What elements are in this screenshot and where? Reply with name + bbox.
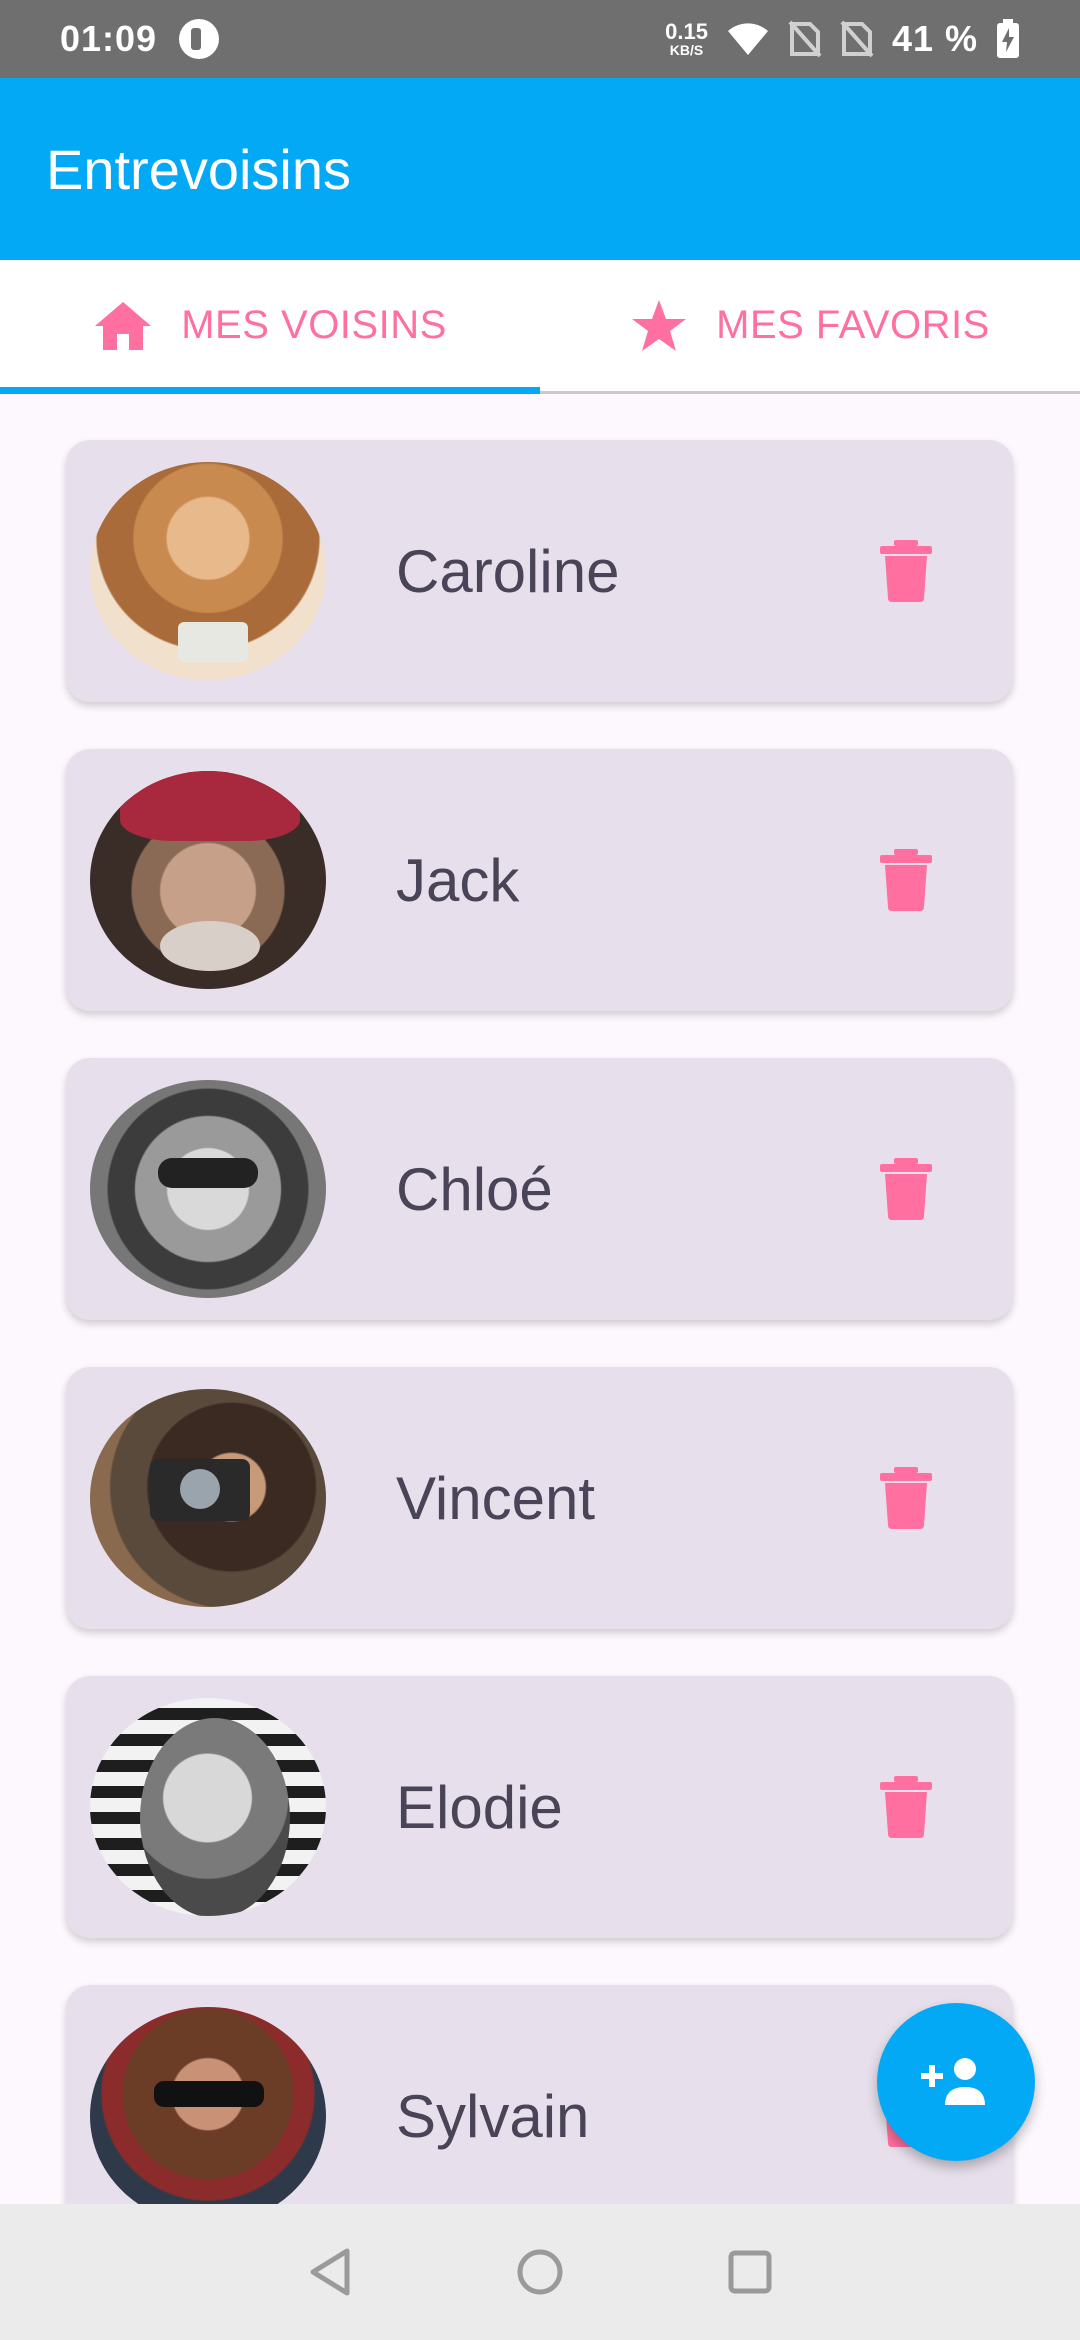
status-right: 0.15 KB/S 41 % [665,18,1020,60]
wifi-icon [727,23,768,55]
home-circle-icon [517,2249,563,2295]
delete-icon[interactable] [876,1158,936,1220]
tab-bar: MES VOISINS MES FAVORIS [0,260,1080,394]
neighbour-card[interactable]: Elodie [66,1676,1013,1938]
delete-icon[interactable] [876,1467,936,1529]
neighbour-name: Jack [396,846,520,914]
neighbour-list[interactable]: Caroline Jack Chloé Vincent Elodie Sylva… [0,394,1080,2204]
avatar [90,771,326,989]
neighbour-card[interactable]: Chloé [66,1058,1013,1320]
battery-charging-icon [997,19,1019,58]
nav-home-button[interactable] [510,2242,570,2302]
status-bar: 01:09 0.15 KB/S 41 % [0,0,1080,78]
neighbour-card[interactable]: Vincent [66,1367,1013,1629]
home-icon [95,301,152,350]
avatar [90,1389,326,1607]
avatar [90,2007,326,2204]
nav-recents-button[interactable] [720,2242,780,2302]
neighbour-card[interactable]: Jack [66,749,1013,1011]
no-sim-icon-2 [840,20,874,58]
neighbour-card[interactable]: Sylvain [66,1985,1013,2204]
neighbour-name: Vincent [396,1464,596,1532]
avatar [90,1698,326,1916]
back-icon [310,2248,350,2296]
neighbour-name: Chloé [396,1155,553,1223]
avatar [90,462,326,680]
app-title: Entrevoisins [46,137,352,201]
tab-label: MES VOISINS [181,303,447,347]
battery-percent: 41 % [891,18,978,59]
network-speed-unit: KB/S [669,42,704,58]
add-neighbour-button[interactable] [877,2003,1035,2161]
delete-icon[interactable] [876,849,936,911]
app-bar: Entrevoisins [0,78,1080,260]
notification-app-icon [179,19,220,59]
tab-label: MES FAVORIS [716,303,990,347]
neighbour-name: Caroline [396,537,620,605]
star-icon [632,299,687,351]
network-speed: 0.15 KB/S [665,19,708,58]
delete-icon[interactable] [876,540,936,602]
screen: 01:09 0.15 KB/S 41 % Entrevoisins MES VO… [0,0,1080,2340]
neighbour-name: Sylvain [396,2082,590,2150]
network-speed-value: 0.15 [665,19,708,44]
add-person-icon [921,2058,985,2105]
tab-mes-favoris[interactable]: MES FAVORIS [540,260,1080,391]
delete-icon[interactable] [876,1776,936,1838]
status-time: 01:09 [60,18,158,59]
tab-mes-voisins[interactable]: MES VOISINS [0,260,540,394]
recents-icon [728,2250,772,2294]
neighbour-name: Elodie [396,1773,563,1841]
avatar [90,1080,326,1298]
neighbour-card[interactable]: Caroline [66,440,1013,702]
no-sim-icon [788,20,822,58]
system-nav-bar [0,2204,1080,2340]
nav-back-button[interactable] [300,2242,360,2302]
